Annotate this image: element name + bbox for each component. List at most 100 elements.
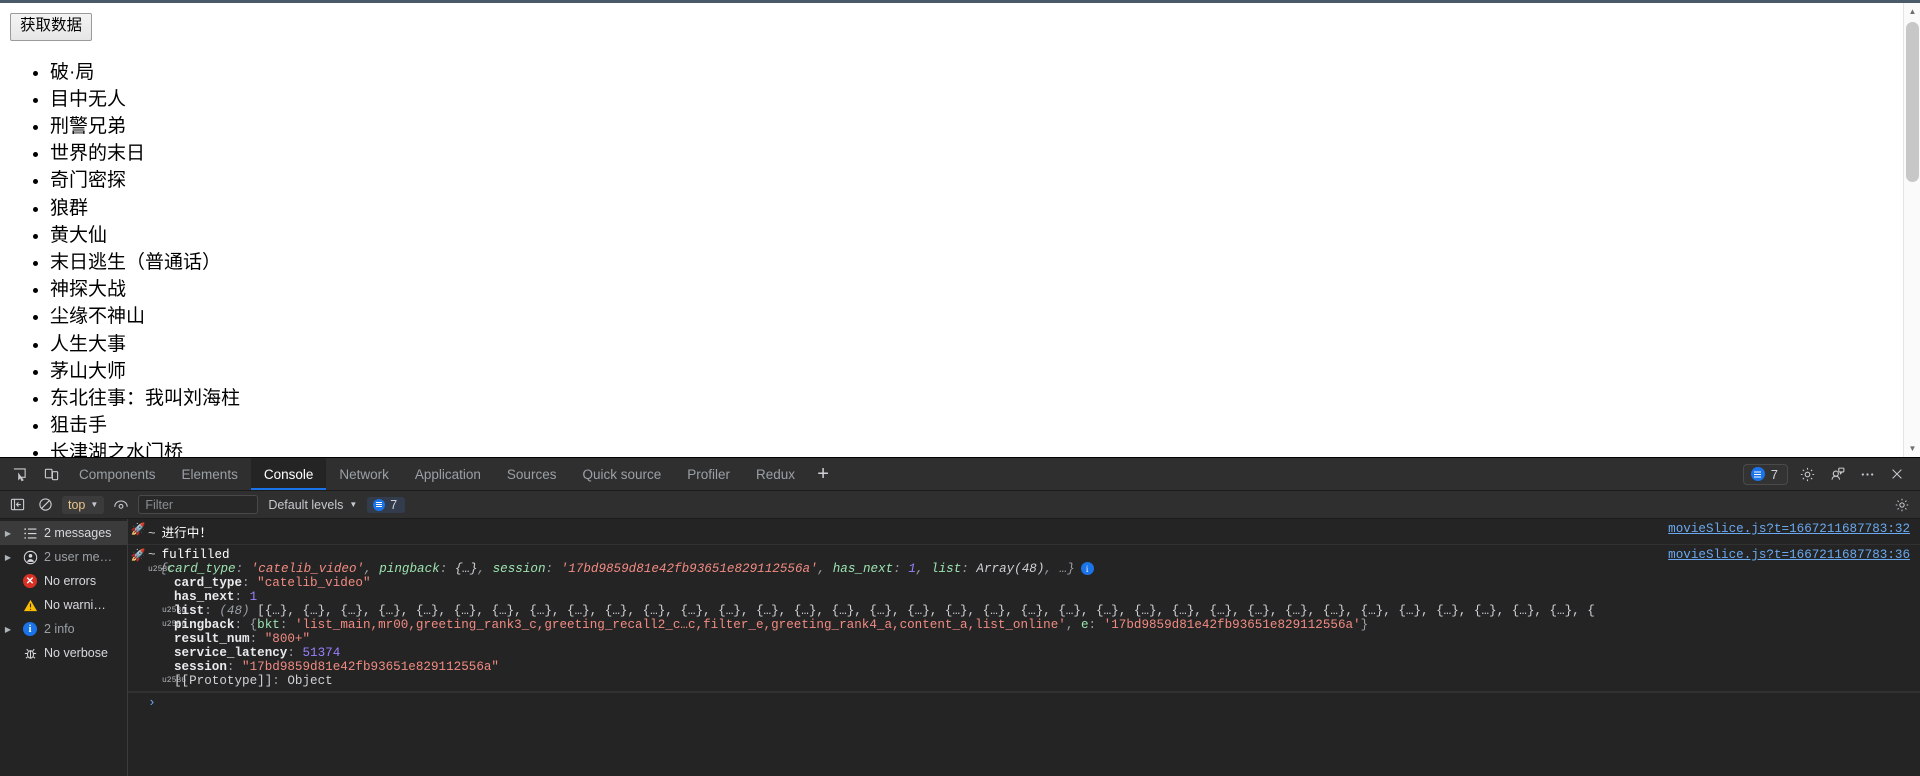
movie-list-item: 神探大战 (50, 276, 1903, 303)
console-message-row[interactable]: 🚀 ~ fulfilled {card_type: 'catelib_video'… (128, 545, 1920, 692)
object-property-row[interactable]: session: "17bd9859d81e42fb93651e82911255… (148, 660, 1912, 674)
object-property-row[interactable]: list: (48) [{…}, {…}, {…}, {…}, {…}, {…}… (148, 604, 1912, 618)
live-expression-icon[interactable] (110, 494, 132, 516)
object-preview-line: {card_type: 'catelib_video', pingback: {… (148, 562, 1912, 576)
property-expand-toggle[interactable] (162, 604, 174, 615)
expand-arrow-icon[interactable]: ▶ (0, 529, 16, 538)
rocket-icon: 🚀 (128, 548, 148, 563)
tab-profiler[interactable]: Profiler (674, 458, 743, 490)
message-bubble-icon (1751, 467, 1765, 481)
tab-label: Components (79, 467, 156, 482)
error-icon: ✕ (18, 574, 42, 588)
console-issues-count: 7 (390, 498, 397, 512)
gear-icon[interactable] (1796, 463, 1818, 485)
browser-window: 获取数据 破·局目中无人刑警兄弟世界的末日奇门密探狼群黄大仙末日逃生（普通话）神… (0, 0, 1920, 776)
js-context-selector[interactable]: top ▼ (62, 496, 104, 514)
movie-list-item: 人生大事 (50, 331, 1903, 358)
console-sidebar-item-2-info[interactable]: ▶i2 info (0, 617, 127, 641)
console-sidebar-item-label: 2 user me… (44, 550, 112, 564)
tab-sources[interactable]: Sources (494, 458, 570, 490)
console-filter-input[interactable] (138, 495, 258, 514)
console-sidebar-item-label: No errors (44, 574, 96, 588)
page-viewport: 获取数据 破·局目中无人刑警兄弟世界的末日奇门密探狼群黄大仙末日逃生（普通话）神… (0, 0, 1920, 457)
message-count-badge[interactable]: 7 (1743, 464, 1788, 485)
add-tab-button[interactable]: + (808, 458, 838, 490)
scroll-up-arrow-icon[interactable]: ▲ (1904, 3, 1920, 20)
chevron-down-icon: ▼ (349, 500, 357, 509)
tab-console[interactable]: Console (251, 458, 327, 490)
clear-console-icon[interactable] (34, 494, 56, 516)
tab-label: Quick source (582, 467, 661, 482)
console-issues-badge[interactable]: 7 (367, 497, 405, 513)
tab-label: Elements (182, 467, 238, 482)
tab-label: Redux (756, 467, 795, 482)
console-sidebar-item-2-user-me[interactable]: ▶ 2 user me… (0, 545, 127, 569)
page-scrollbar[interactable]: ▲ ▼ (1903, 3, 1920, 457)
object-preview-text: {card_type: 'catelib_video', pingback: {… (160, 562, 1075, 576)
console-sidebar-item-no-verbose[interactable]: ▶No verbose (0, 641, 127, 665)
console-settings-gear-icon[interactable] (1894, 497, 1914, 513)
inspect-element-icon[interactable] (8, 463, 30, 485)
close-icon[interactable] (1886, 463, 1908, 485)
movie-list-item: 狙击手 (50, 412, 1903, 439)
fetch-data-button[interactable]: 获取数据 (10, 13, 92, 41)
console-sidebar-toggle-icon[interactable] (6, 494, 28, 516)
scrollbar-thumb[interactable] (1906, 22, 1919, 182)
console-message-content: ~进行中！ (148, 522, 1920, 541)
tab-label: Network (339, 467, 389, 482)
message-source-link[interactable]: movieSlice.js?t=1667211687783:32 (1668, 522, 1910, 536)
customize-devtools-icon[interactable] (1826, 463, 1848, 485)
object-property-row[interactable]: card_type: "catelib_video" (148, 576, 1912, 590)
console-toolbar: top ▼ Default levels ▼ 7 (0, 491, 1920, 519)
movie-list-item: 奇门密探 (50, 167, 1903, 194)
object-property-row[interactable]: service_latency: 51374 (148, 646, 1912, 660)
console-input-prompt[interactable]: › (128, 692, 1920, 712)
message-source-link[interactable]: movieSlice.js?t=1667211687783:36 (1668, 548, 1910, 562)
tab-quick-source[interactable]: Quick source (569, 458, 674, 490)
property-expand-toggle[interactable] (162, 618, 174, 629)
devtools-tabbar-left-icons (0, 458, 66, 490)
message-tilde: ~ (148, 548, 156, 562)
devtools-tabbar-right-icons: 7 (1735, 458, 1920, 490)
object-property-text: pingback: {bkt: 'list_main,mr00,greeting… (174, 618, 1368, 632)
more-options-icon[interactable] (1856, 463, 1878, 485)
object-expand-toggle[interactable] (148, 562, 160, 574)
object-property-text: session: "17bd9859d81e42fb93651e82911255… (174, 660, 499, 674)
tab-components[interactable]: Components (66, 458, 169, 490)
tab-elements[interactable]: Elements (169, 458, 251, 490)
object-property-row[interactable]: has_next: 1 (148, 590, 1912, 604)
movie-list: 破·局目中无人刑警兄弟世界的末日奇门密探狼群黄大仙末日逃生（普通话）神探大战尘缘… (10, 59, 1903, 457)
expand-arrow-icon[interactable]: ▶ (0, 553, 16, 562)
tab-application[interactable]: Application (402, 458, 494, 490)
tab-network[interactable]: Network (326, 458, 402, 490)
tab-label: Sources (507, 467, 557, 482)
log-levels-selector[interactable]: Default levels ▼ (264, 498, 361, 512)
movie-list-item: 破·局 (50, 59, 1903, 86)
chevron-down-icon: ▼ (90, 500, 98, 509)
property-expand-toggle[interactable] (162, 674, 174, 685)
message-tilde: ~ (148, 527, 156, 541)
message-bubble-icon (373, 499, 385, 511)
expand-arrow-icon[interactable]: ▶ (0, 625, 16, 634)
object-property-row[interactable]: result_num: "800+" (148, 632, 1912, 646)
console-message-row[interactable]: 🚀 ~进行中！ movieSlice.js?t=1667211687783:32 (128, 519, 1920, 545)
message-text: fulfilled (162, 548, 230, 562)
object-property-row[interactable]: pingback: {bkt: 'list_main,mr00,greeting… (148, 618, 1912, 632)
console-sidebar-item-no-warni[interactable]: ▶No warni… (0, 593, 127, 617)
info-icon[interactable]: i (1081, 562, 1094, 575)
js-context-label: top (68, 498, 85, 512)
user-icon (18, 550, 42, 565)
console-sidebar-item-no-errors[interactable]: ▶✕No errors (0, 569, 127, 593)
tab-redux[interactable]: Redux (743, 458, 808, 490)
console-sidebar-item-2-messages[interactable]: ▶2 messages (0, 521, 127, 545)
devtools-panel: Components Elements Console Network Applicat… (0, 457, 1920, 776)
object-property-row[interactable]: [[Prototype]]: Object (148, 674, 1912, 688)
console-sidebar-item-label: No verbose (44, 646, 108, 660)
warning-icon (18, 598, 42, 613)
movie-list-item: 末日逃生（普通话） (50, 249, 1903, 276)
tab-label: Console (264, 467, 314, 482)
device-toolbar-icon[interactable] (40, 463, 62, 485)
movie-list-item: 长津湖之水门桥 (50, 439, 1903, 457)
scroll-down-arrow-icon[interactable]: ▼ (1904, 440, 1920, 457)
movie-list-item: 东北往事：我叫刘海柱 (50, 385, 1903, 412)
